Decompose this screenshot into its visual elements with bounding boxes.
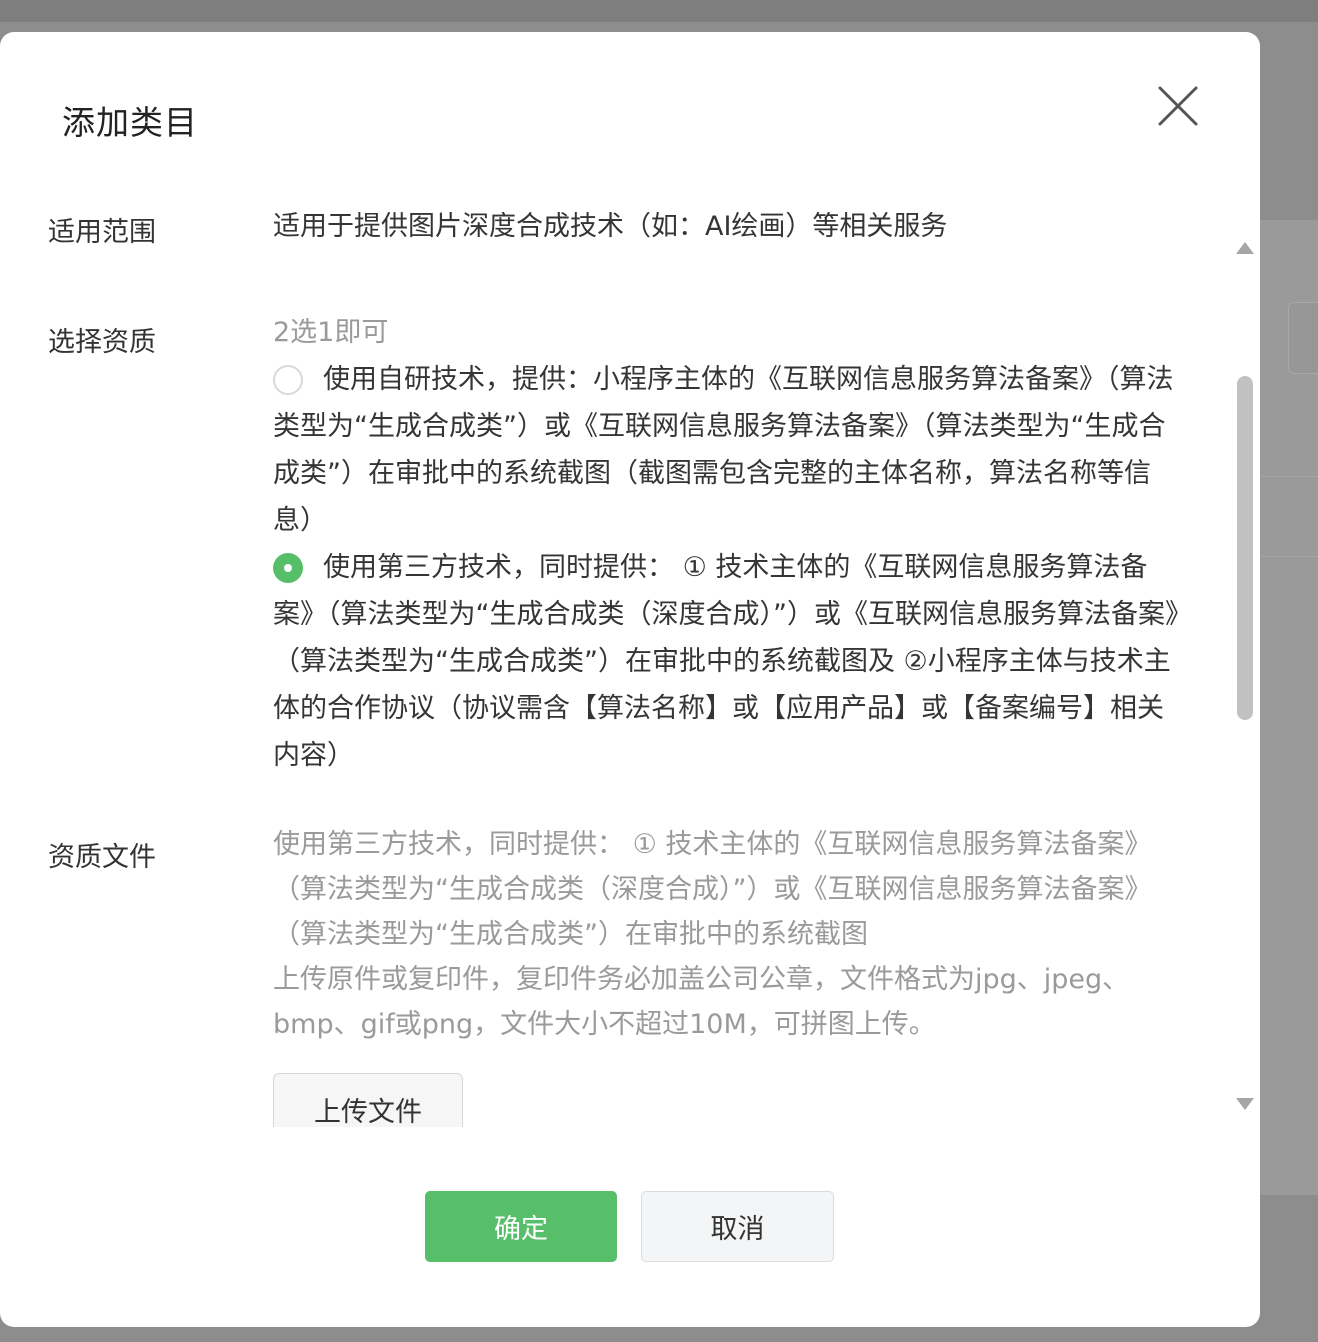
qualification-hint: 2选1即可 (273, 317, 389, 348)
vertical-scrollbar[interactable] (1230, 212, 1260, 1157)
files-description: 使用第三方技术，同时提供： ① 技术主体的《互联网信息服务算法备案》（算法类型为… (273, 829, 1152, 950)
qualification-option-third-party[interactable]: 使用第三方技术，同时提供： ① 技术主体的《互联网信息服务算法备案》（算法类型为… (273, 544, 1183, 779)
backdrop-topbar (0, 0, 1318, 22)
option-label: 使用自研技术，提供：小程序主体的《互联网信息服务算法备案》（算法类型为“生成合成… (273, 364, 1174, 536)
close-icon (1158, 86, 1198, 126)
qualification-group: 2选1即可 使用自研技术，提供：小程序主体的《互联网信息服务算法备案》（算法类型… (273, 309, 1183, 779)
backdrop-divider (1260, 476, 1318, 477)
scrollbar-thumb[interactable] (1237, 376, 1253, 720)
add-category-dialog: 添加类目 适用范围 适用于提供图片深度合成技术（如：AI绘画）等相关服务 选择资… (0, 32, 1260, 1327)
scope-label: 适用范围 (48, 217, 156, 248)
scroll-down-arrow-icon[interactable] (1236, 1098, 1254, 1110)
radio-checked-icon[interactable] (273, 553, 303, 583)
files-label: 资质文件 (48, 842, 156, 873)
close-button[interactable] (1156, 84, 1200, 128)
dialog-title: 添加类目 (62, 103, 198, 142)
dialog-scroll-area[interactable]: 适用范围 适用于提供图片深度合成技术（如：AI绘画）等相关服务 选择资质 2选1… (0, 212, 1260, 1127)
qualification-option-self-developed[interactable]: 使用自研技术，提供：小程序主体的《互联网信息服务算法备案》（算法类型为“生成合成… (273, 356, 1183, 544)
option-label: 使用第三方技术，同时提供： ① 技术主体的《互联网信息服务算法备案》（算法类型为… (273, 552, 1179, 771)
backdrop-divider (1260, 556, 1318, 557)
files-description-block: 使用第三方技术，同时提供： ① 技术主体的《互联网信息服务算法备案》（算法类型为… (273, 822, 1183, 1047)
upload-file-button[interactable]: 上传文件 (273, 1073, 463, 1127)
backdrop-panel-card (1288, 302, 1318, 374)
qualification-label: 选择资质 (48, 327, 156, 358)
confirm-button[interactable]: 确定 (425, 1191, 617, 1262)
scroll-up-arrow-icon[interactable] (1236, 242, 1254, 254)
files-requirements: 上传原件或复印件，复印件务必加盖公司公章，文件格式为jpg、jpeg、bmp、g… (273, 964, 1130, 1040)
cancel-button[interactable]: 取消 (641, 1191, 834, 1262)
radio-unchecked-icon[interactable] (273, 365, 303, 395)
scope-value: 适用于提供图片深度合成技术（如：AI绘画）等相关服务 (273, 212, 948, 242)
